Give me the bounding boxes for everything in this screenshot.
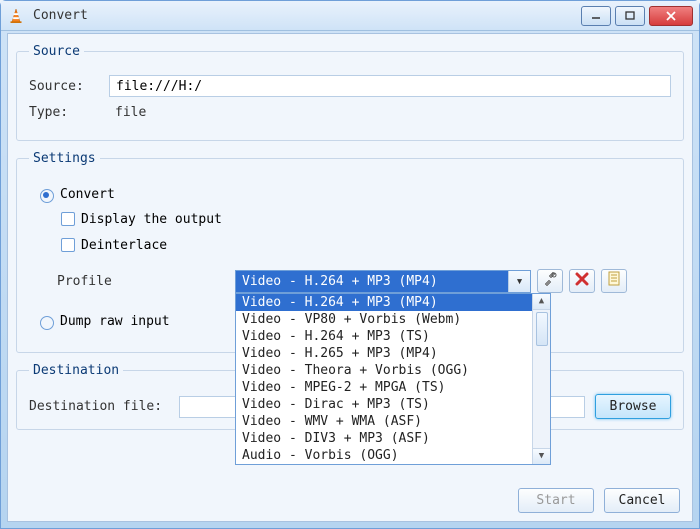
profile-option[interactable]: Video - H.264 + MP3 (TS) [236, 328, 532, 345]
profile-dropdown: Video - H.264 + MP3 (MP4)Video - VP80 + … [235, 293, 551, 465]
close-button[interactable] [649, 6, 693, 26]
profile-combo[interactable]: Video - H.264 + MP3 (MP4) ▾ Video - H.26… [235, 270, 531, 293]
profile-option[interactable]: Video - VP80 + Vorbis (Webm) [236, 311, 532, 328]
vlc-cone-icon [7, 7, 25, 25]
scroll-up-icon[interactable]: ▲ [533, 294, 550, 310]
deinterlace-label: Deinterlace [81, 238, 167, 253]
browse-button-label: Browse [610, 399, 657, 414]
footer-buttons: Start Cancel [518, 488, 680, 513]
browse-button[interactable]: Browse [595, 394, 671, 419]
profile-selected-text: Video - H.264 + MP3 (MP4) [236, 271, 508, 292]
settings-legend: Settings [29, 151, 100, 166]
source-input[interactable] [109, 75, 671, 97]
tools-icon [542, 271, 558, 291]
dropdown-scrollbar[interactable]: ▲ ▼ [532, 294, 550, 464]
display-output-label: Display the output [81, 212, 222, 227]
new-document-icon [607, 271, 621, 291]
deinterlace-checkbox[interactable] [61, 238, 75, 252]
start-button[interactable]: Start [518, 488, 594, 513]
display-output-checkbox[interactable] [61, 212, 75, 226]
new-profile-button[interactable] [601, 269, 627, 293]
scroll-thumb[interactable] [536, 312, 548, 346]
delete-profile-button[interactable] [569, 269, 595, 293]
type-value: file [109, 103, 671, 122]
dump-raw-label: Dump raw input [60, 314, 170, 329]
destination-label: Destination file: [29, 399, 179, 414]
profile-option[interactable]: Video - Dirac + MP3 (TS) [236, 396, 532, 413]
profile-combo-display[interactable]: Video - H.264 + MP3 (MP4) ▾ [235, 270, 531, 293]
profile-option[interactable]: Video - H.265 + MP3 (MP4) [236, 345, 532, 362]
window-title: Convert [33, 8, 581, 23]
profile-option[interactable]: Video - H.264 + MP3 (MP4) [236, 294, 532, 311]
cancel-button[interactable]: Cancel [604, 488, 680, 513]
profile-dropdown-list: Video - H.264 + MP3 (MP4)Video - VP80 + … [236, 294, 532, 464]
titlebar[interactable]: Convert [1, 1, 699, 31]
profile-label: Profile [57, 274, 235, 289]
convert-radio[interactable] [40, 189, 54, 203]
convert-window: Convert Source Source: Type: file [0, 0, 700, 529]
source-label: Source: [29, 79, 109, 94]
edit-profile-button[interactable] [537, 269, 563, 293]
type-label: Type: [29, 105, 109, 120]
delete-x-icon [575, 272, 589, 290]
profile-option[interactable]: Video - WMV + WMA (ASF) [236, 413, 532, 430]
cancel-button-label: Cancel [619, 493, 666, 508]
convert-radio-label: Convert [60, 187, 115, 202]
settings-group: Settings Convert Display the output Dein… [16, 151, 684, 353]
minimize-button[interactable] [581, 6, 611, 26]
source-group: Source Source: Type: file [16, 44, 684, 141]
profile-option[interactable]: Video - MPEG-2 + MPGA (TS) [236, 379, 532, 396]
scroll-down-icon[interactable]: ▼ [533, 448, 550, 464]
profile-option[interactable]: Audio - Vorbis (OGG) [236, 447, 532, 464]
source-legend: Source [29, 44, 84, 59]
start-button-label: Start [536, 493, 575, 508]
profile-option[interactable]: Video - Theora + Vorbis (OGG) [236, 362, 532, 379]
maximize-button[interactable] [615, 6, 645, 26]
chevron-down-icon[interactable]: ▾ [508, 271, 530, 292]
window-controls [581, 6, 693, 26]
destination-legend: Destination [29, 363, 123, 378]
client-area: Source Source: Type: file Settings Conve… [7, 33, 693, 522]
dump-raw-radio[interactable] [40, 316, 54, 330]
profile-option[interactable]: Video - DIV3 + MP3 (ASF) [236, 430, 532, 447]
